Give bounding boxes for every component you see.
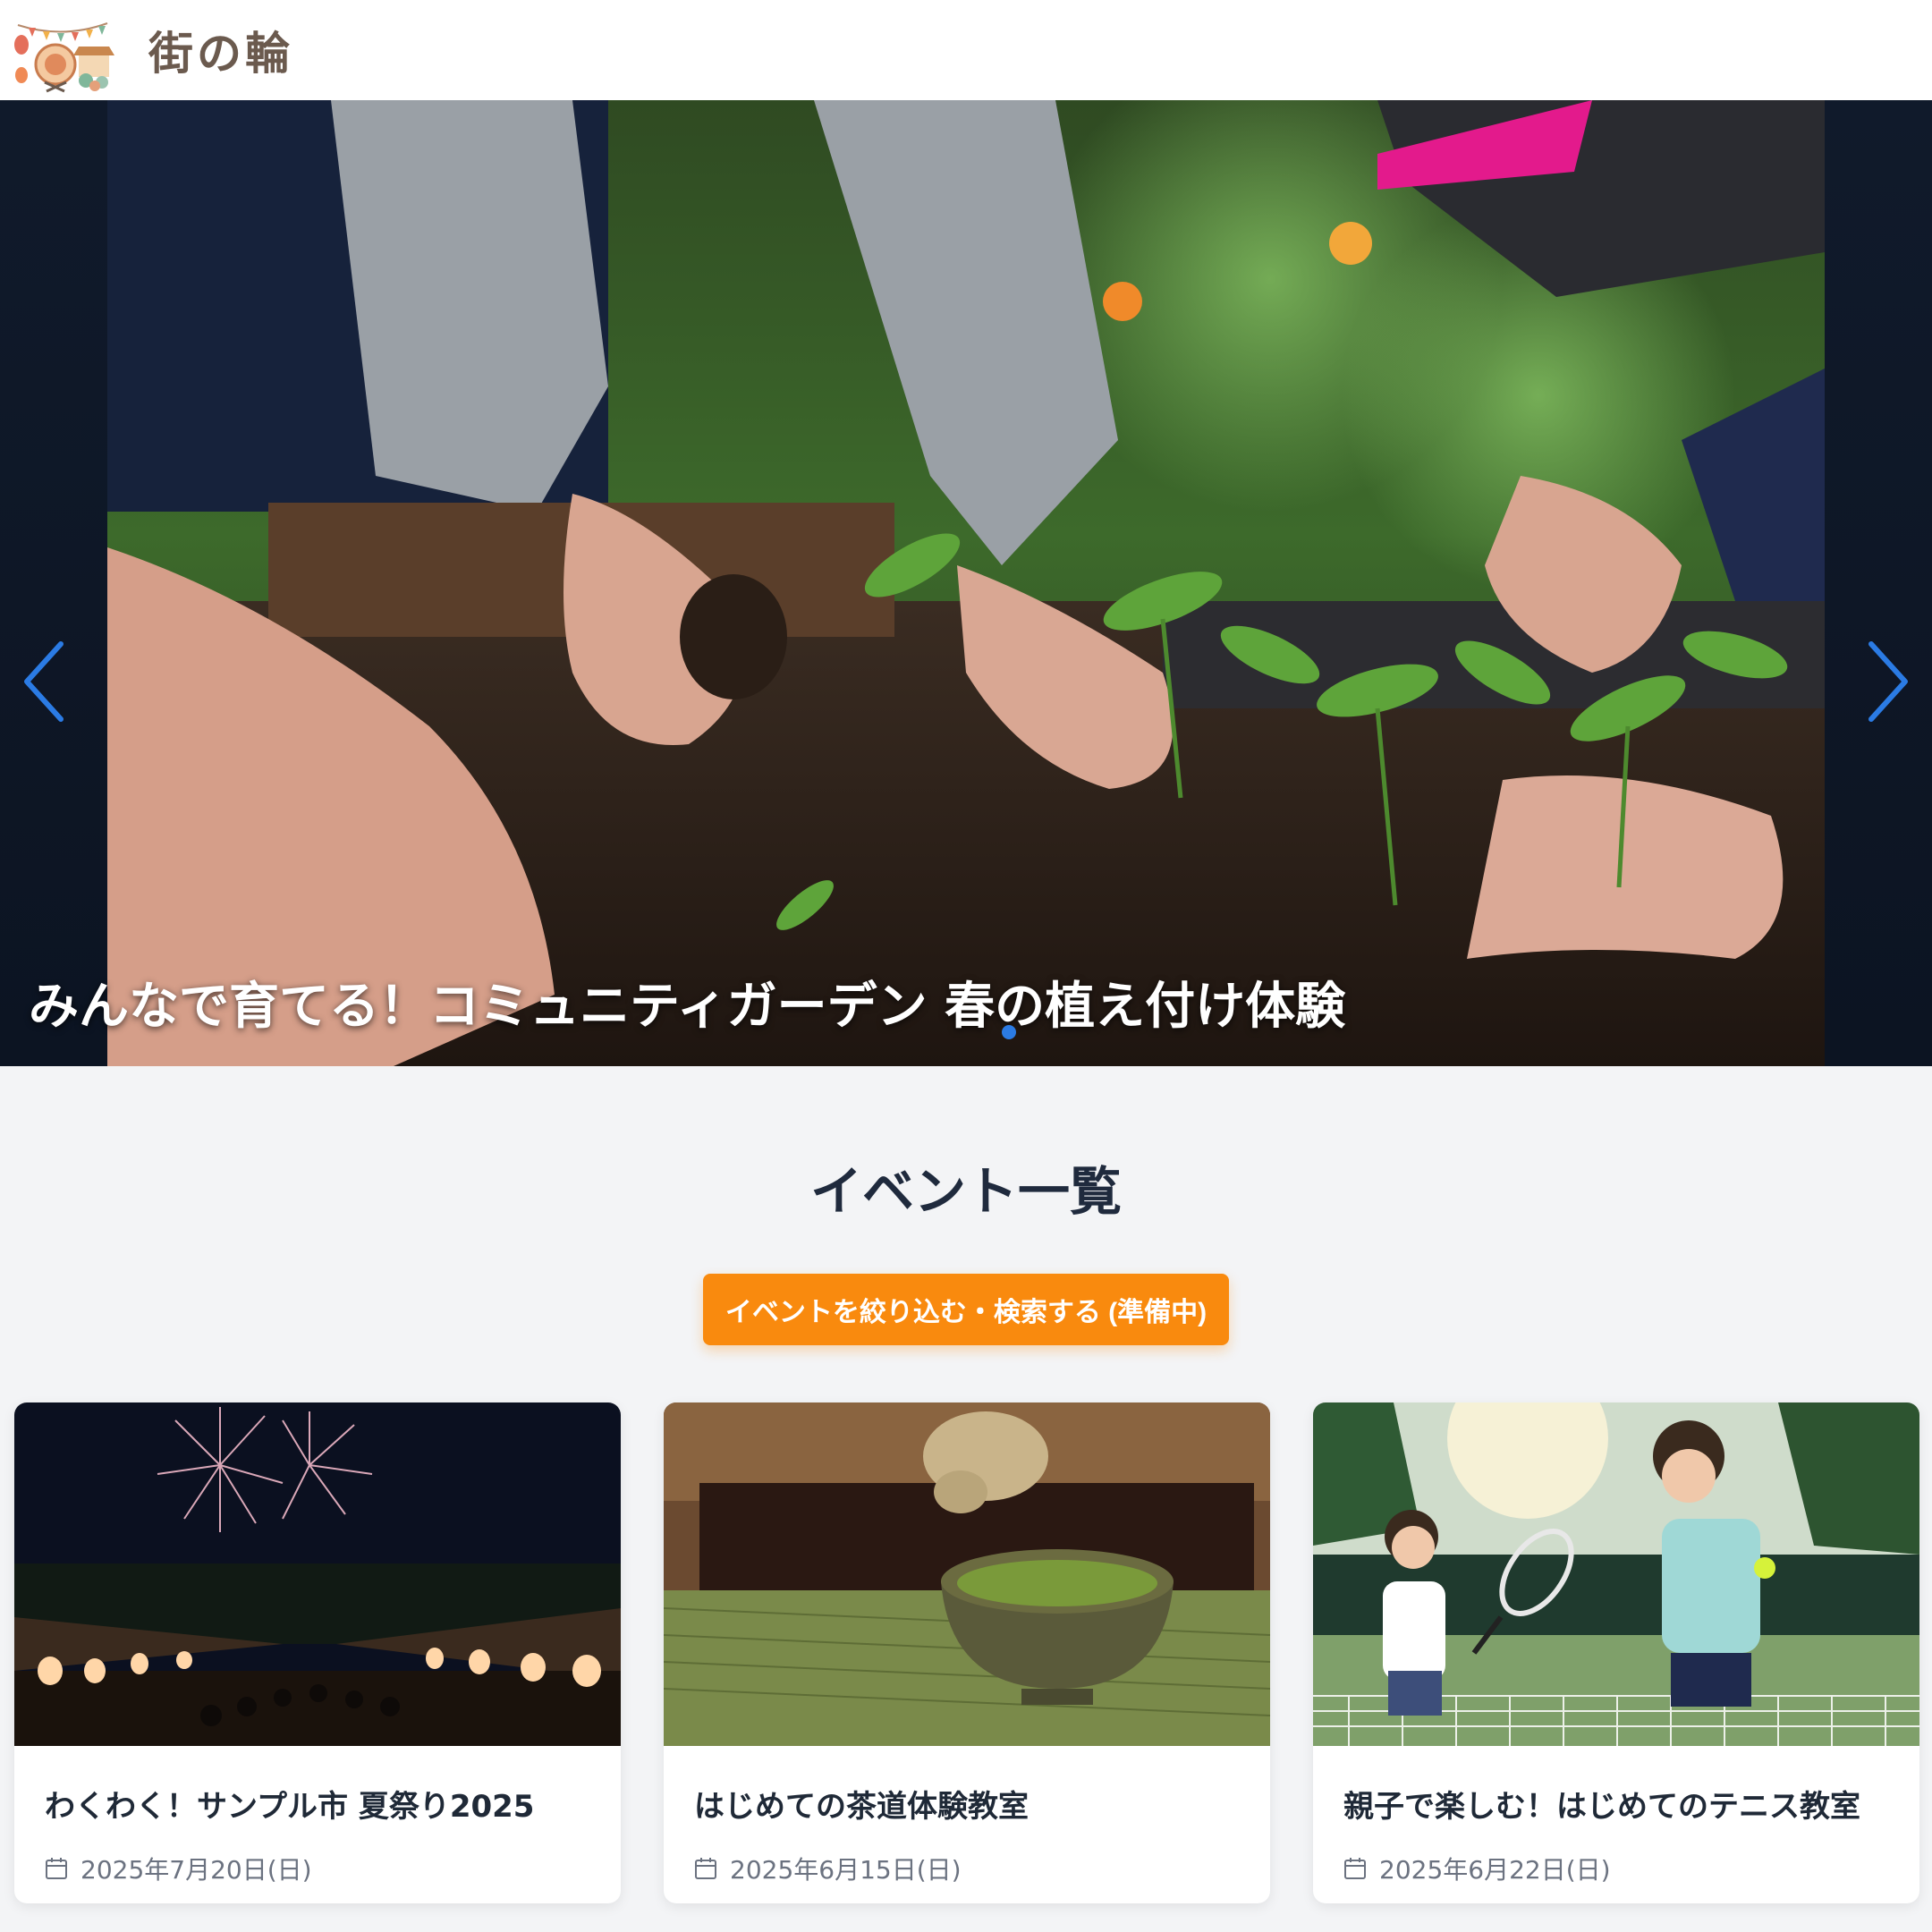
event-card-date: 2025年6月15日(日) xyxy=(694,1851,1240,1886)
event-date-text: 2025年6月22日(日) xyxy=(1379,1855,1611,1885)
event-card[interactable]: はじめての茶道体験教室 2025年6月15日(日) xyxy=(664,1402,1270,1903)
calendar-icon xyxy=(695,1858,716,1879)
event-card-list: わくわく！サンプル市 夏祭り2025 2025年7月20日(日) はじめての茶道… xyxy=(14,1402,1919,1903)
calendar-icon xyxy=(1344,1858,1366,1879)
event-card-title: はじめての茶道体験教室 xyxy=(694,1789,1029,1825)
fireworks-festival-photo xyxy=(14,1402,621,1746)
site-name: 街の輪 xyxy=(148,28,293,80)
matcha-tea-photo xyxy=(664,1402,1270,1746)
festival-logo-icon xyxy=(14,22,114,93)
hero-slide-title: みんなで育てる！コミュニティガーデン 春の植え付け体験 xyxy=(29,978,1346,1036)
event-card-title: 親子で楽しむ！はじめてのテニス教室 xyxy=(1343,1789,1860,1825)
carousel-dots xyxy=(1002,1025,1016,1039)
filter-search-button[interactable]: イベントを絞り込む・検索する (準備中) xyxy=(703,1274,1229,1345)
chevron-left-icon xyxy=(24,641,64,722)
event-date-text: 2025年7月20日(日) xyxy=(80,1855,312,1885)
hero-carousel: みんなで育てる！コミュニティガーデン 春の植え付け体験 xyxy=(0,100,1932,1066)
tennis-lesson-photo xyxy=(1313,1402,1919,1746)
chevron-right-icon xyxy=(1868,641,1908,722)
community-garden-photo xyxy=(107,100,1825,1066)
event-card[interactable]: わくわく！サンプル市 夏祭り2025 2025年7月20日(日) xyxy=(14,1402,621,1903)
event-card-title: わくわく！サンプル市 夏祭り2025 xyxy=(45,1789,535,1825)
carousel-dot-active[interactable] xyxy=(1002,1025,1016,1039)
event-card-date: 2025年6月22日(日) xyxy=(1343,1851,1889,1886)
site-header: 街の輪 xyxy=(0,0,1932,100)
events-heading: イベント一覧 xyxy=(809,1161,1122,1222)
site-logo[interactable]: 街の輪 xyxy=(9,7,293,93)
event-card[interactable]: 親子で楽しむ！はじめてのテニス教室 2025年6月22日(日) xyxy=(1313,1402,1919,1903)
event-date-text: 2025年6月15日(日) xyxy=(730,1855,962,1885)
calendar-icon xyxy=(46,1858,67,1879)
carousel-prev-button[interactable] xyxy=(9,628,80,735)
event-card-date: 2025年7月20日(日) xyxy=(45,1851,590,1886)
carousel-next-button[interactable] xyxy=(1852,628,1923,735)
